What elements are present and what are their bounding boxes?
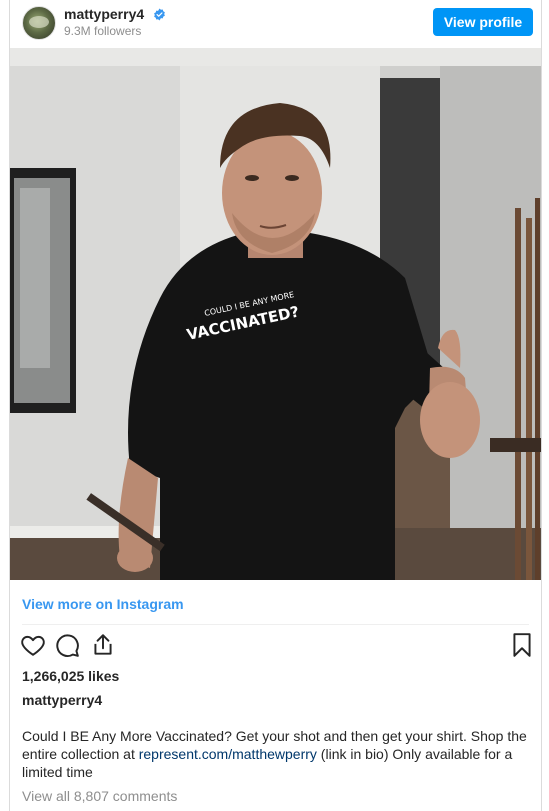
view-more-on-instagram-link[interactable]: View more on Instagram: [22, 596, 184, 612]
bookmark-icon[interactable]: [509, 632, 535, 658]
verified-badge-icon: [154, 8, 165, 21]
divider: [22, 624, 529, 625]
caption-link[interactable]: represent.com/matthewperry: [139, 746, 317, 762]
avatar-image: [29, 16, 49, 28]
action-bar: [10, 632, 541, 662]
share-icon[interactable]: [90, 632, 116, 658]
like-count[interactable]: 1,266,025 likes: [22, 668, 119, 684]
avatar[interactable]: [22, 6, 56, 40]
caption-username[interactable]: mattyperry4: [22, 692, 102, 708]
comment-icon[interactable]: [54, 632, 80, 658]
post-photo[interactable]: COULD I BE ANY MORE VACCINATED?: [10, 48, 541, 580]
view-profile-button[interactable]: View profile: [433, 8, 533, 36]
post-header: mattyperry4 9.3M followers View profile: [10, 0, 541, 46]
follower-count: 9.3M followers: [64, 24, 142, 38]
heart-icon[interactable]: [20, 632, 46, 658]
post-caption: Could I BE Any More Vaccinated? Get your…: [22, 727, 529, 781]
view-all-comments-link[interactable]: View all 8,807 comments: [22, 788, 177, 804]
post-photo-illustration: COULD I BE ANY MORE VACCINATED?: [10, 48, 541, 580]
instagram-embed-card: mattyperry4 9.3M followers View profile: [9, 0, 542, 811]
username[interactable]: mattyperry4: [64, 6, 144, 22]
